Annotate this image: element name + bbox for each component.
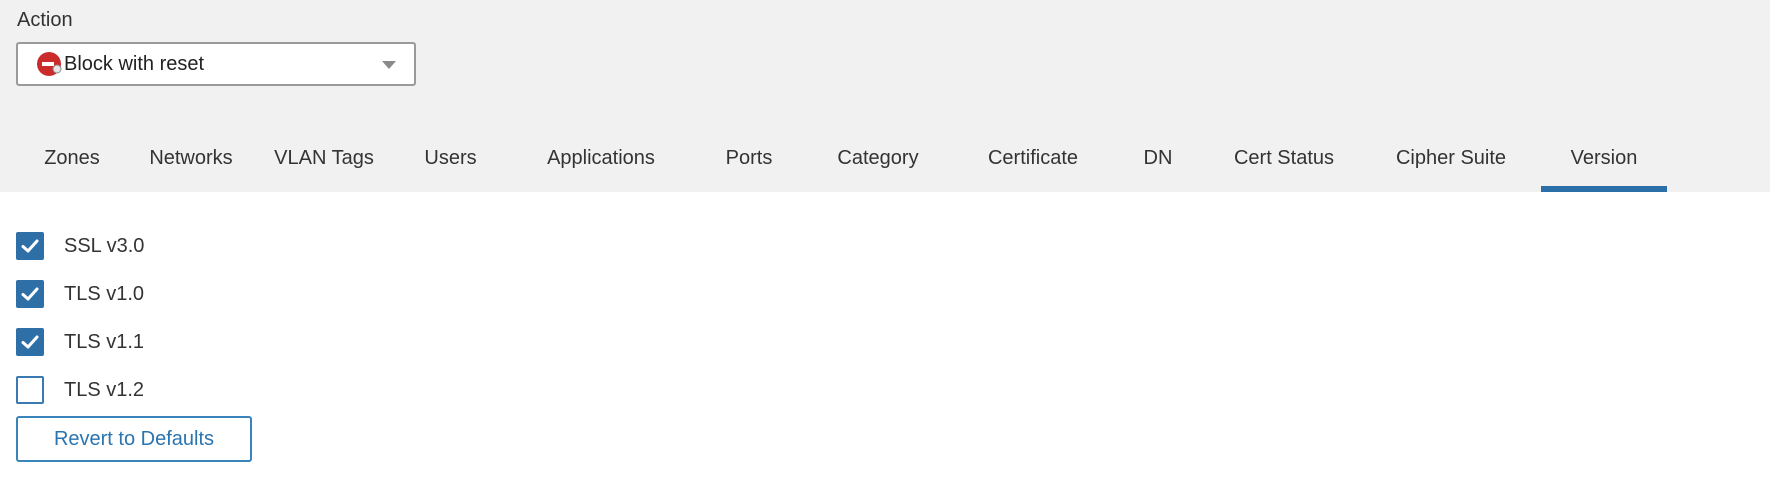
tab-label: Applications: [547, 146, 655, 169]
rule-header-area: Action Block with reset Zones Networks V…: [0, 0, 1770, 192]
tab-zones[interactable]: Zones: [16, 132, 128, 192]
version-item-tls-v1-1[interactable]: TLS v1.1: [16, 318, 144, 366]
tab-label: Certificate: [987, 146, 1079, 169]
version-item-tls-v1-0[interactable]: TLS v1.0: [16, 270, 144, 318]
tab-label: Category: [837, 146, 919, 169]
tab-version[interactable]: Version: [1541, 132, 1667, 192]
action-select[interactable]: Block with reset: [16, 42, 416, 86]
version-item-tls-v1-2[interactable]: TLS v1.2: [16, 366, 144, 414]
version-checkbox[interactable]: [16, 232, 44, 260]
action-selected-value: Block with reset: [64, 52, 205, 75]
version-label: SSL v3.0: [64, 234, 145, 257]
tab-certificate[interactable]: Certificate: [953, 132, 1113, 192]
tab-label: DN: [1143, 146, 1173, 169]
checkmark-icon: [21, 335, 39, 349]
checkmark-icon: [21, 239, 39, 253]
version-checkbox[interactable]: [16, 376, 44, 404]
tab-label: Cipher Suite: [1395, 146, 1507, 169]
action-label: Action: [17, 9, 73, 31]
version-label: TLS v1.1: [64, 330, 145, 353]
chevron-down-icon[interactable]: [382, 61, 396, 69]
version-label: TLS v1.0: [64, 282, 145, 305]
tab-applications[interactable]: Applications: [507, 132, 695, 192]
block-with-reset-icon: [36, 51, 62, 77]
tab-label: Networks: [149, 146, 233, 169]
tab-cert-status[interactable]: Cert Status: [1203, 132, 1365, 192]
checkmark-icon: [21, 287, 39, 301]
tab-label: Version: [1570, 146, 1638, 169]
version-checkbox[interactable]: [16, 328, 44, 356]
tab-label: VLAN Tags: [274, 146, 374, 169]
version-checkbox[interactable]: [16, 280, 44, 308]
tab-users[interactable]: Users: [394, 132, 507, 192]
revert-to-defaults-button[interactable]: Revert to Defaults: [16, 416, 252, 462]
tab-label: Users: [424, 146, 477, 169]
tab-dn[interactable]: DN: [1113, 132, 1203, 192]
tab-ports[interactable]: Ports: [695, 132, 803, 192]
tab-vlan-tags[interactable]: VLAN Tags: [254, 132, 394, 192]
tab-label: Zones: [44, 146, 100, 169]
tab-label: Cert Status: [1233, 146, 1335, 169]
version-item-ssl-v3-0[interactable]: SSL v3.0: [16, 222, 144, 270]
tab-category[interactable]: Category: [803, 132, 953, 192]
tab-networks[interactable]: Networks: [128, 132, 254, 192]
condition-tabs: Zones Networks VLAN Tags Users Applicati…: [0, 132, 1667, 192]
tab-label: Ports: [725, 146, 773, 169]
version-label: TLS v1.2: [64, 378, 145, 401]
tab-cipher-suite[interactable]: Cipher Suite: [1365, 132, 1537, 192]
version-list: SSL v3.0 TLS v1.0 TLS v1.1 TLS v1.2: [16, 222, 144, 414]
